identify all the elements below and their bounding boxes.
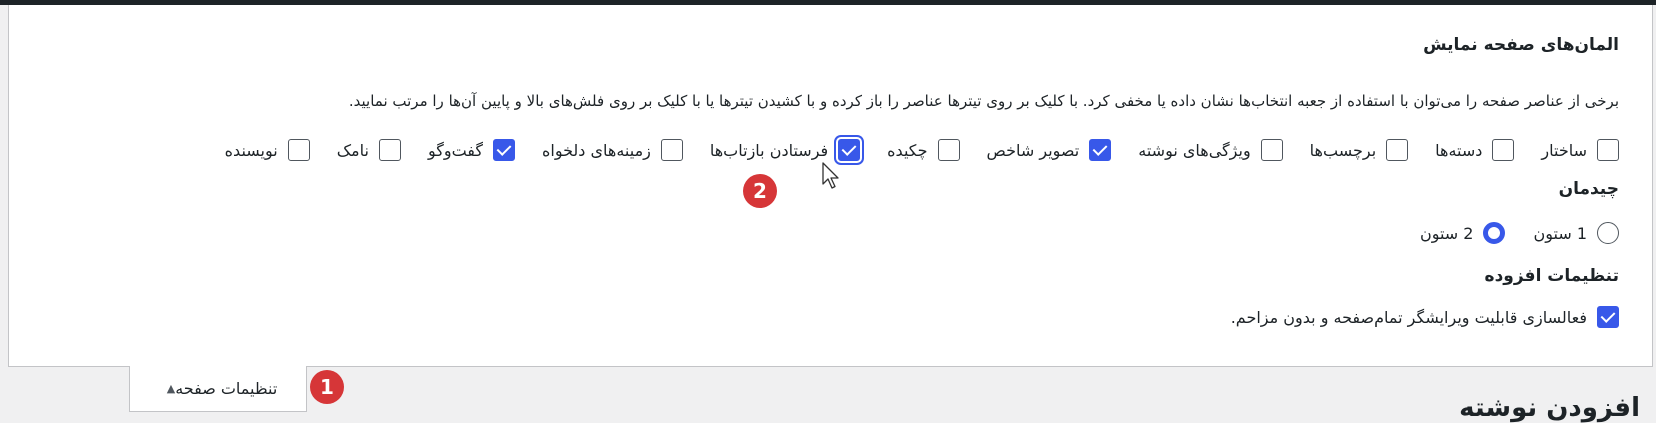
page-title: افزودن نوشته [1459,393,1640,423]
option-structure[interactable]: ساختار [1541,139,1619,161]
screen-options-label: تنظیمات صفحه [175,379,278,398]
featured-image-checkbox[interactable] [1089,139,1112,161]
advanced-options: فعالسازی قابلیت ویرایشگر تمام‌صفحه و بدو… [1231,306,1619,328]
tags-checkbox[interactable] [1386,139,1409,161]
arrow-up-icon: ▲ [166,382,176,395]
author-checkbox[interactable] [287,139,310,161]
step-badge-1: 1 [310,370,344,404]
option-post-format[interactable]: ویژگی‌های نوشته [1138,139,1283,161]
option-label: ساختار [1541,140,1587,160]
excerpt-checkbox[interactable] [937,139,960,161]
option-label: چکیده [887,140,928,160]
layout-option-label: 2 ستون [1419,223,1474,243]
option-label: فرستادن بازتاب‌ها [709,140,829,160]
categories-checkbox[interactable] [1492,139,1515,161]
post-format-checkbox[interactable] [1260,139,1283,161]
option-label: نامک [336,140,369,160]
option-label: گفت‌وگو [427,140,483,160]
option-label: ویژگی‌های نوشته [1138,140,1251,160]
distraction-free-checkbox[interactable] [1597,306,1619,328]
option-tags[interactable]: برچسب‌ها [1309,139,1409,161]
distraction-free-option[interactable]: فعالسازی قابلیت ویرایشگر تمام‌صفحه و بدو… [1231,306,1619,328]
discussion-checkbox[interactable] [492,139,515,161]
trackbacks-checkbox[interactable] [838,139,861,161]
layout-title: چیدمان [1558,179,1619,199]
layout-options: 1 ستون 2 ستون [1420,222,1619,244]
option-label: دسته‌ها [1435,140,1483,160]
option-trackbacks[interactable]: فرستادن بازتاب‌ها [709,139,861,161]
layout-one-column[interactable]: 1 ستون [1533,222,1619,244]
option-label: برچسب‌ها [1309,140,1377,160]
option-slug[interactable]: نامک [337,139,401,161]
option-label: نویسنده [224,140,278,160]
mouse-cursor-icon [822,162,839,189]
structure-checkbox[interactable] [1597,139,1619,161]
screen-elements-options: ساختار دسته‌ها برچسب‌ها ویژگی‌های نوشته … [225,139,1619,161]
advanced-settings-title: تنظیمات افزوده [1484,266,1619,286]
two-columns-radio[interactable] [1483,222,1506,244]
option-custom-fields[interactable]: زمینه‌های دلخواه [542,139,683,161]
option-discussion[interactable]: گفت‌وگو [428,139,515,161]
layout-option-label: 1 ستون [1533,223,1587,243]
custom-fields-checkbox[interactable] [660,139,683,161]
screen-elements-description: برخی از عناصر صفحه را می‌توان با استفاده… [348,92,1619,110]
layout-two-columns[interactable]: 2 ستون [1420,222,1506,244]
slug-checkbox[interactable] [378,139,401,161]
option-author[interactable]: نویسنده [225,139,310,161]
step-badge-2: 2 [743,174,777,208]
advanced-option-label: فعالسازی قابلیت ویرایشگر تمام‌صفحه و بدو… [1230,307,1587,327]
option-excerpt[interactable]: چکیده [887,139,960,161]
option-categories[interactable]: دسته‌ها [1435,139,1515,161]
screen-options-tab[interactable]: تنظیمات صفحه ▲ [129,366,307,412]
option-featured-image[interactable]: تصویر شاخص [987,139,1112,161]
screen-elements-title: المان‌های صفحه نمایش [1423,35,1619,55]
option-label: زمینه‌های دلخواه [541,140,651,160]
one-column-radio[interactable] [1597,222,1619,244]
option-label: تصویر شاخص [986,140,1080,160]
